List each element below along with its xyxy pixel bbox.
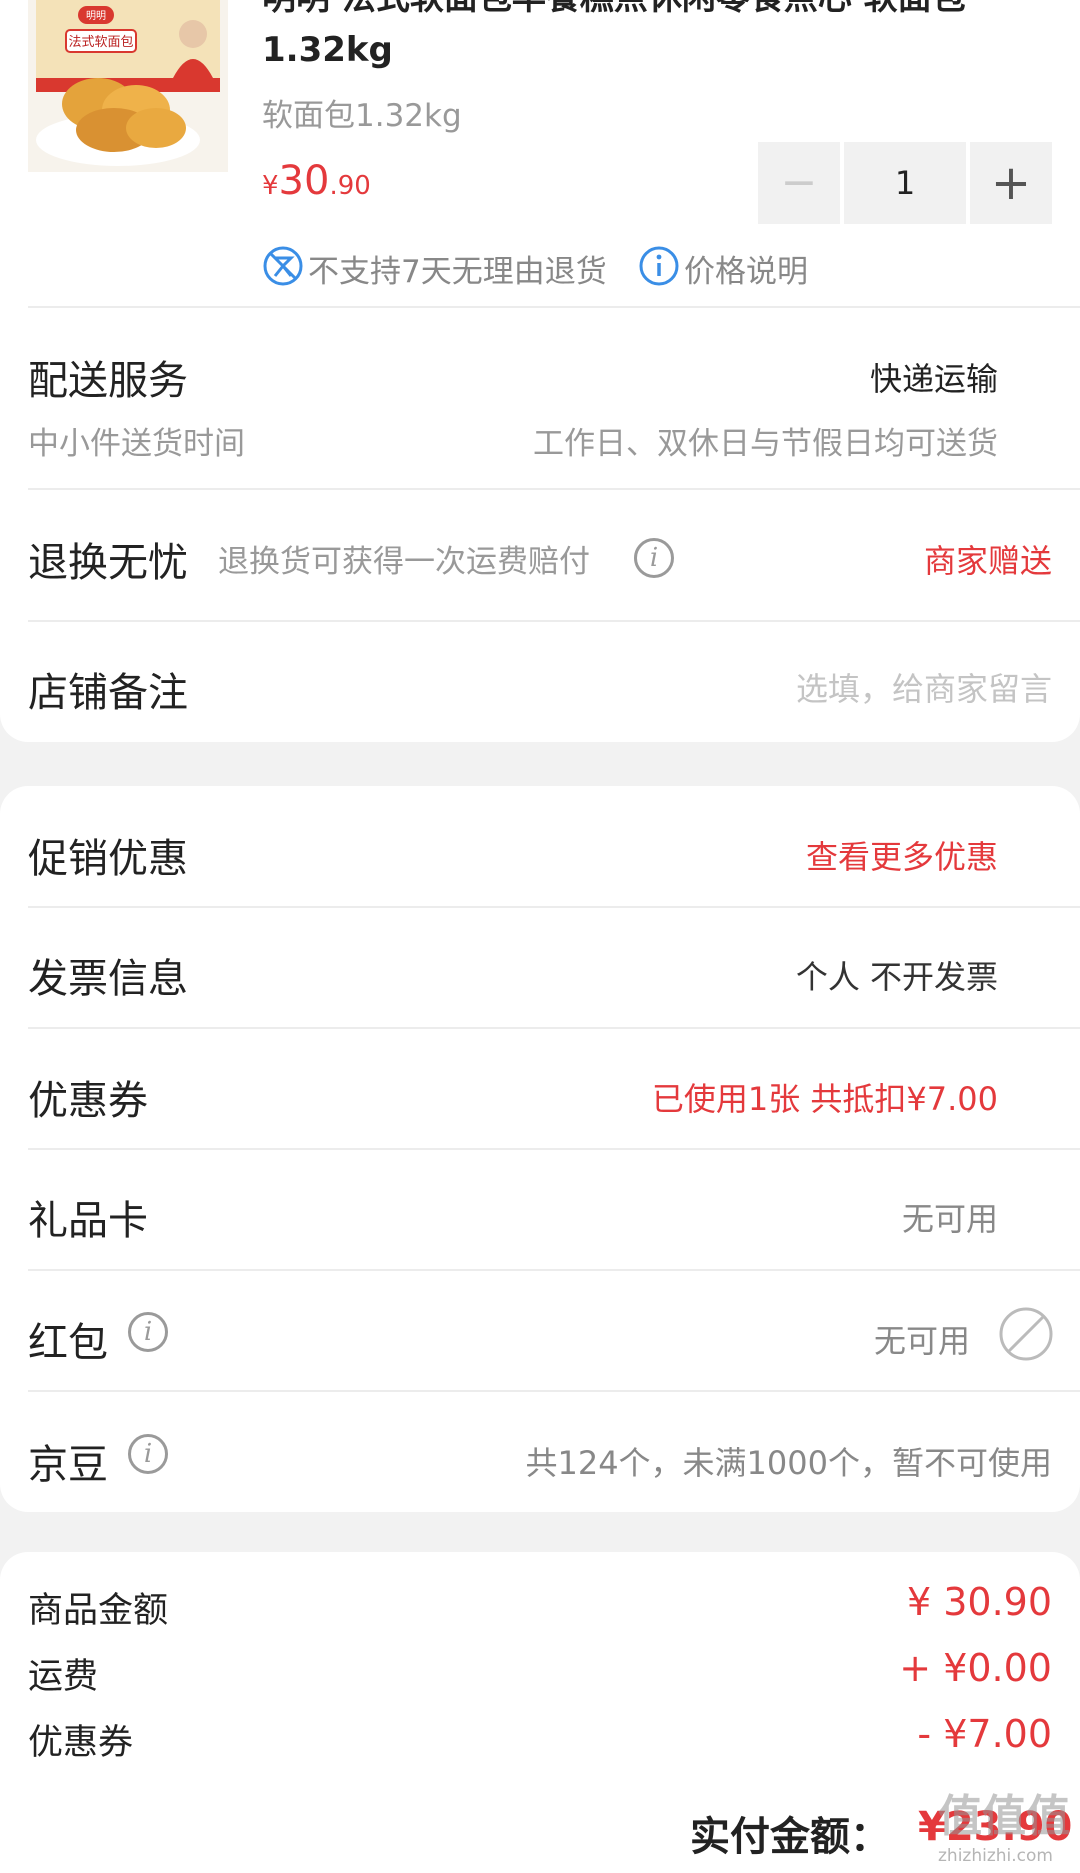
red-packet-value: 无可用 [873, 1322, 970, 1360]
invoice-label: 发票信息 [28, 956, 188, 1002]
return-service-label: 退换无忧 [28, 540, 188, 586]
price-note-link[interactable]: 价格说明 [684, 246, 808, 291]
divider [28, 306, 1080, 308]
delivery-time-value: 工作日、双休日与节假日均可送货 [533, 426, 998, 462]
watermark-logo: 值值值 [938, 1791, 1070, 1842]
coupon-label: 优惠券 [28, 1078, 148, 1124]
quantity-input[interactable]: 1 [844, 142, 966, 224]
red-packet-info-icon[interactable]: i [128, 1312, 168, 1352]
divider [28, 1269, 1080, 1271]
return-service-desc: 退换货可获得一次运费赔付 [218, 544, 590, 580]
divider [28, 906, 1080, 908]
product-image[interactable]: 法式软面包 明明 [28, 0, 228, 172]
disabled-icon[interactable] [998, 1306, 1054, 1362]
box-logo: 明明 [86, 10, 106, 22]
quantity-value: 1 [894, 164, 916, 202]
gift-card-label: 礼品卡 [28, 1198, 148, 1244]
bread-box-illustration: 法式软面包 明明 [36, 0, 220, 166]
shipping-value: + ¥0.00 [899, 1646, 1052, 1690]
product-spec: 软面包1.32kg [262, 98, 462, 134]
red-packet-label: 红包 [28, 1320, 108, 1366]
delivery-label: 配送服务 [28, 358, 188, 404]
invoice-value[interactable]: 个人 不开发票 [796, 952, 998, 998]
quantity-decrease-button[interactable]: − [758, 142, 840, 224]
goods-amount-value: ¥ 30.90 [906, 1580, 1052, 1624]
box-text: 法式软面包 [68, 34, 133, 49]
price-integer: 30 [278, 158, 330, 204]
coupon-summary-value: - ¥7.00 [917, 1712, 1052, 1756]
shipping-label: 运费 [28, 1657, 99, 1697]
goods-amount-label: 商品金额 [28, 1591, 169, 1631]
jd-beans-label: 京豆 [28, 1442, 108, 1488]
watermark-url: zhizhizhi.com [938, 1846, 1053, 1866]
return-info-icon[interactable]: i [634, 538, 674, 578]
price-symbol: ¥ [262, 171, 279, 201]
plus-icon: + [990, 155, 1032, 211]
product-title-line2[interactable]: 1.32kg [262, 30, 393, 70]
order-card-product: 法式软面包 明明 明明 法式软面包早餐糕点休闲零食点心 软面包 1.32kg 软… [0, 0, 1080, 742]
divider [28, 620, 1080, 622]
divider [28, 1390, 1080, 1392]
promo-value[interactable]: 查看更多优惠 [806, 832, 998, 878]
coupon-summary-label: 优惠券 [28, 1723, 134, 1763]
quantity-increase-button[interactable]: + [970, 142, 1052, 224]
no-return-text: 不支持7天无理由退货 [308, 254, 607, 290]
return-service-value[interactable]: 商家赠送 [924, 536, 1052, 582]
jd-beans-value: 共124个，未满1000个，暂不可使用 [525, 1444, 1052, 1482]
divider [28, 488, 1080, 490]
coupon-value[interactable]: 已使用1张 共抵扣¥7.00 [652, 1074, 998, 1120]
shop-note-label: 店铺备注 [28, 670, 188, 716]
product-title-line1[interactable]: 明明 法式软面包早餐糕点休闲零食点心 软面包 [262, 0, 1062, 19]
product-price: ¥30.90 [262, 158, 371, 204]
shop-note-input[interactable]: 选填，给商家留言 [796, 664, 1052, 710]
jd-beans-info-icon[interactable]: i [128, 1434, 168, 1474]
price-decimal: .90 [329, 171, 371, 201]
info-icon[interactable] [638, 245, 680, 287]
no-return-icon [263, 246, 303, 286]
total-label: 实付金额： [690, 1814, 890, 1860]
gift-card-value[interactable]: 无可用 [902, 1194, 998, 1240]
divider [28, 1148, 1080, 1150]
total-bar: 实付金额： ¥23.90 [0, 1800, 1080, 1873]
order-card-discounts: 促销优惠 查看更多优惠 发票信息 个人 不开发票 优惠券 已使用1张 共抵扣¥7… [0, 786, 1080, 1512]
minus-icon: − [780, 157, 818, 208]
delivery-value[interactable]: 快递运输 [870, 354, 998, 400]
promo-label: 促销优惠 [28, 836, 188, 882]
divider [28, 1027, 1080, 1029]
delivery-time-label: 中小件送货时间 [28, 426, 245, 462]
